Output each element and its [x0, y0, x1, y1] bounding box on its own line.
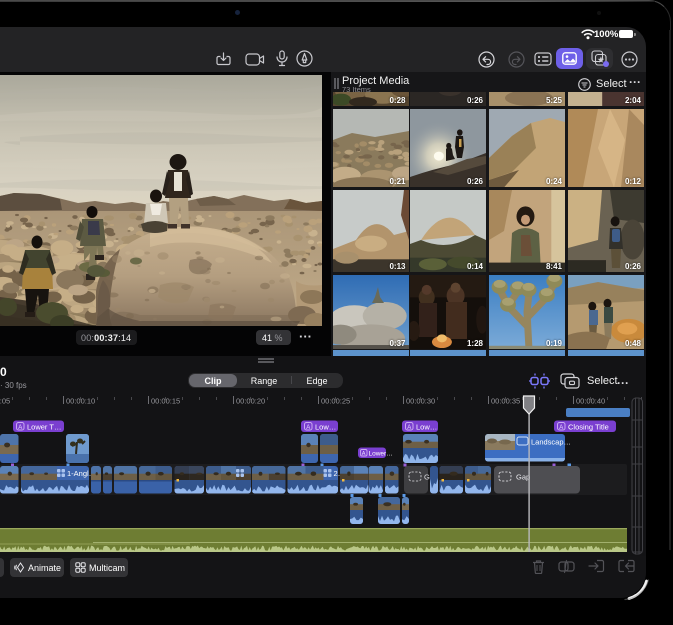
svg-text:Low…: Low… [416, 422, 437, 431]
svg-text:G: G [424, 473, 430, 482]
svg-text:Gap: Gap [516, 473, 530, 482]
svg-text:A: A [559, 425, 563, 431]
svg-text:A: A [407, 425, 411, 431]
svg-text:A: A [18, 425, 22, 431]
svg-text:A: A [362, 451, 366, 457]
svg-text:Lower T…: Lower T… [27, 422, 61, 431]
svg-text:A: A [306, 425, 310, 431]
svg-text:Closing Title: Closing Title [568, 422, 609, 431]
svg-text:Landscap…: Landscap… [531, 438, 571, 447]
svg-text:Low…: Low… [315, 422, 336, 431]
svg-text:Lower…: Lower… [369, 450, 393, 457]
